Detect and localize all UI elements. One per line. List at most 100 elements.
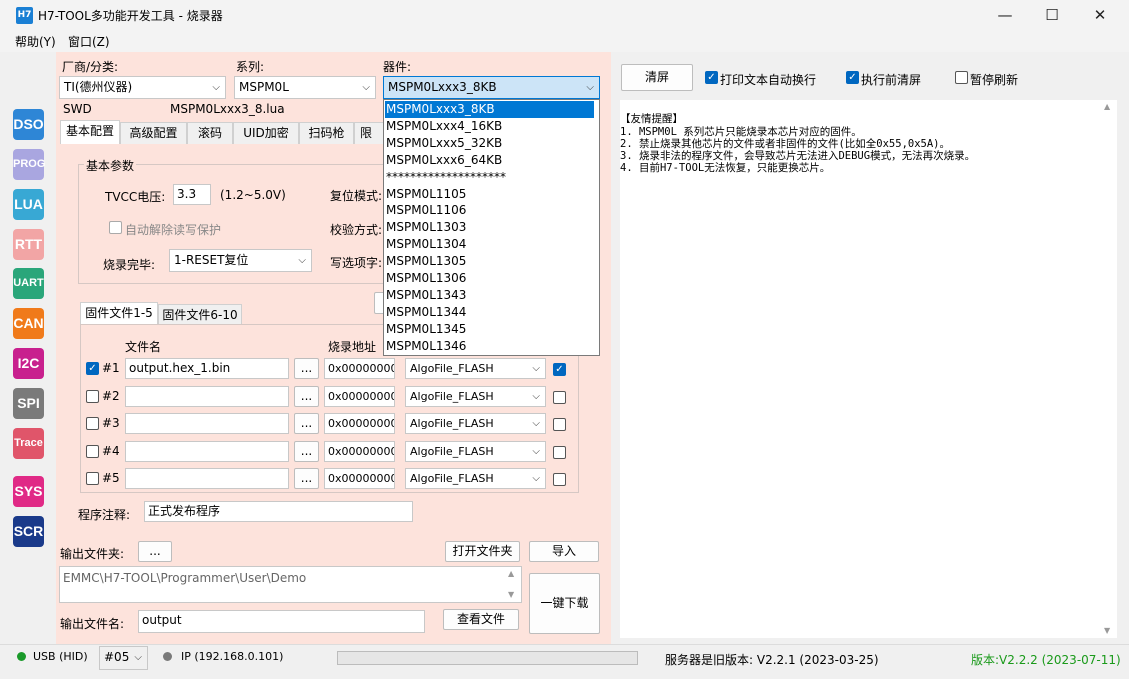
one-click-download-button[interactable]: 一键下载 xyxy=(529,573,600,634)
file-browse-button[interactable]: ... xyxy=(294,386,319,407)
nav-rtt-button[interactable]: RTT xyxy=(13,229,44,260)
device-option[interactable]: MSPM0L1306 xyxy=(385,270,594,287)
algo-value: AlgoFile_FLASH xyxy=(410,417,494,430)
algo-select[interactable]: AlgoFile_FLASH ⌵ xyxy=(405,386,546,407)
tab-advanced[interactable]: 高级配置 xyxy=(120,122,187,144)
verify-label: 校验方式: xyxy=(330,223,383,237)
address-input[interactable]: 0x00000000 xyxy=(324,386,395,407)
log-output[interactable] xyxy=(620,100,1117,638)
tab-rolling-code[interactable]: 滚码 xyxy=(187,122,233,144)
file-path-input[interactable]: output.hex_1.bin xyxy=(125,358,289,379)
device-option[interactable]: MSPM0Lxxx3_8KB xyxy=(385,101,594,118)
file-row-end-checkbox[interactable] xyxy=(553,391,566,404)
device-option[interactable]: MSPM0L1106 xyxy=(385,202,594,219)
file-browse-button[interactable]: ... xyxy=(294,441,319,462)
output-name-label: 输出文件名: xyxy=(60,617,125,631)
scroll-down-icon[interactable]: ▼ xyxy=(508,590,514,599)
clear-before-checkbox[interactable]: ✓ xyxy=(846,71,859,84)
device-option[interactable]: MSPM0L1304 xyxy=(385,236,594,253)
algo-select[interactable]: AlgoFile_FLASH ⌵ xyxy=(405,468,546,489)
algo-select[interactable]: AlgoFile_FLASH ⌵ xyxy=(405,358,546,379)
nav-i2c-button[interactable]: I2C xyxy=(13,348,44,379)
file-row-end-checkbox[interactable]: ✓ xyxy=(553,363,566,376)
nav-trace-button[interactable]: Trace xyxy=(13,428,44,459)
maximize-button[interactable]: ☐ xyxy=(1029,0,1075,31)
file-row-end-checkbox[interactable] xyxy=(553,418,566,431)
file-browse-button[interactable]: ... xyxy=(294,468,319,489)
algo-select[interactable]: AlgoFile_FLASH ⌵ xyxy=(405,441,546,462)
menu-window[interactable]: 窗口(Z) xyxy=(68,33,110,50)
view-file-button[interactable]: 查看文件 xyxy=(443,609,519,630)
device-option[interactable]: MSPM0L1345 xyxy=(385,321,594,338)
file-row-checkbox[interactable]: ✓ xyxy=(86,362,99,375)
file-row-checkbox[interactable] xyxy=(86,445,99,458)
file-path-input[interactable] xyxy=(125,468,289,489)
tab-limit[interactable]: 限制 xyxy=(354,122,384,144)
port-value: #05 xyxy=(104,650,130,664)
output-folder-browse-button[interactable]: ... xyxy=(138,541,172,562)
tab-files-1-5[interactable]: 固件文件1-5 xyxy=(80,302,158,325)
file-row-end-checkbox[interactable] xyxy=(553,446,566,459)
address-input[interactable]: 0x00000000 xyxy=(324,413,395,434)
clear-screen-button[interactable]: 清屏 xyxy=(621,64,693,91)
file-row-checkbox[interactable] xyxy=(86,390,99,403)
file-path-input[interactable] xyxy=(125,441,289,462)
device-option[interactable]: MSPM0Lxxx5_32KB xyxy=(385,135,594,152)
file-browse-button[interactable]: ... xyxy=(294,358,319,379)
sidebar: DSO PROG LUA RTT UART CAN I2C SPI Trace SYS SCR xyxy=(0,52,56,644)
nav-sys-button[interactable]: SYS xyxy=(13,476,44,507)
nav-scr-button[interactable]: SCR xyxy=(13,516,44,547)
scroll-down-icon[interactable]: ▼ xyxy=(1104,626,1110,635)
scroll-up-icon[interactable]: ▲ xyxy=(1104,102,1110,111)
app-version: 版本:V2.2.2 (2023-07-11) xyxy=(971,653,1121,667)
file-path-input[interactable] xyxy=(125,413,289,434)
address-input[interactable]: 0x00000000 xyxy=(324,468,395,489)
address-input[interactable]: 0x00000000 xyxy=(324,441,395,462)
file-row-checkbox[interactable] xyxy=(86,417,99,430)
algo-value: AlgoFile_FLASH xyxy=(410,390,494,403)
tab-basic[interactable]: 基本配置 xyxy=(60,120,120,144)
autowrap-checkbox[interactable]: ✓ xyxy=(705,71,718,84)
file-row-end-checkbox[interactable] xyxy=(553,473,566,486)
close-button[interactable]: ✕ xyxy=(1077,0,1123,31)
nav-lua-button[interactable]: LUA xyxy=(13,189,44,220)
tab-scanner[interactable]: 扫码枪 xyxy=(299,122,354,144)
device-option[interactable]: MSPM0L1344 xyxy=(385,304,594,321)
tab-uid-encrypt[interactable]: UID加密 xyxy=(233,122,299,144)
output-name-input[interactable]: output xyxy=(138,610,425,633)
done-action-select[interactable]: 1-RESET复位 ⌵ xyxy=(169,249,312,272)
output-path-field[interactable]: EMMC\H7-TOOL\Programmer\User\Demo xyxy=(59,566,522,603)
device-option[interactable]: MSPM0L1303 xyxy=(385,219,594,236)
device-select[interactable]: MSPM0Lxxx3_8KB ⌵ xyxy=(383,76,600,99)
device-option[interactable]: MSPM0L1305 xyxy=(385,253,594,270)
scroll-up-icon[interactable]: ▲ xyxy=(508,569,514,578)
vendor-select[interactable]: TI(德州仪器) ⌵ xyxy=(59,76,226,99)
address-input[interactable]: 0x00000000 xyxy=(324,358,395,379)
file-browse-button[interactable]: ... xyxy=(294,413,319,434)
device-option[interactable]: MSPM0Lxxx6_64KB xyxy=(385,152,594,169)
tab-files-6-10[interactable]: 固件文件6-10 xyxy=(158,304,242,325)
file-row-checkbox[interactable] xyxy=(86,472,99,485)
nav-uart-button[interactable]: UART xyxy=(13,268,44,299)
device-option[interactable]: MSPM0L1105 xyxy=(385,186,594,203)
nav-can-button[interactable]: CAN xyxy=(13,308,44,339)
nav-spi-button[interactable]: SPI xyxy=(13,388,44,419)
auto-unlock-checkbox[interactable] xyxy=(109,221,122,234)
series-select[interactable]: MSPM0L ⌵ xyxy=(234,76,376,99)
menu-help[interactable]: 帮助(Y) xyxy=(15,33,56,50)
file-path-input[interactable] xyxy=(125,386,289,407)
device-option[interactable]: ******************** xyxy=(385,169,594,186)
algo-select[interactable]: AlgoFile_FLASH ⌵ xyxy=(405,413,546,434)
nav-prog-button[interactable]: PROG xyxy=(13,149,45,180)
minimize-button[interactable]: — xyxy=(982,0,1028,31)
device-option[interactable]: MSPM0L1346 xyxy=(385,338,594,355)
comment-input[interactable]: 正式发布程序 xyxy=(144,501,413,522)
pause-refresh-checkbox[interactable] xyxy=(955,71,968,84)
nav-dso-button[interactable]: DSO xyxy=(13,109,44,140)
import-button[interactable]: 导入 xyxy=(529,541,599,562)
tvcc-input[interactable]: 3.3 xyxy=(173,184,211,205)
device-option[interactable]: MSPM0L1343 xyxy=(385,287,594,304)
device-option[interactable]: MSPM0Lxxx4_16KB xyxy=(385,118,594,135)
port-select[interactable]: #05 ⌵ xyxy=(99,646,148,670)
open-folder-button[interactable]: 打开文件夹 xyxy=(445,541,520,562)
